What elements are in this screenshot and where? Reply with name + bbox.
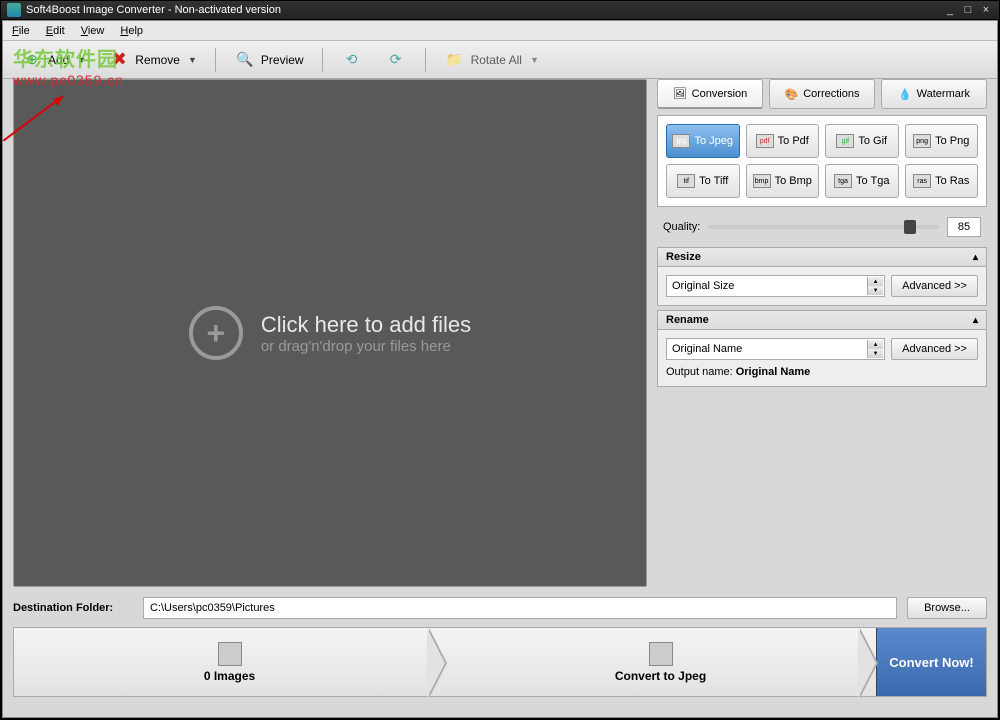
images-icon xyxy=(218,642,242,666)
tab-corrections[interactable]: 🎨 Corrections xyxy=(769,79,875,109)
tab-conversion[interactable]: 🖼 Conversion xyxy=(657,79,763,109)
separator xyxy=(215,48,216,72)
rename-advanced-button[interactable]: Advanced >> xyxy=(891,338,978,360)
menu-file[interactable]: FFileile xyxy=(8,25,34,37)
window-controls: _ □ × xyxy=(943,4,993,16)
watermark-overlay: 华东软件园 www.pc0359.cn xyxy=(13,43,124,88)
spin-up-icon[interactable]: ▲ xyxy=(867,277,883,286)
resize-body: Original Size ▲▼ Advanced >> xyxy=(657,267,987,306)
destination-label: Destination Folder: xyxy=(13,602,133,614)
format-tga[interactable]: tgaTo Tga xyxy=(825,164,899,198)
resize-advanced-button[interactable]: Advanced >> xyxy=(891,275,978,297)
menubar: FFileile Edit View Help xyxy=(3,21,997,41)
rotate-left-button[interactable]: ⟲ xyxy=(333,46,371,74)
step-images[interactable]: 0 Images xyxy=(14,628,445,696)
format-gif[interactable]: gifTo Gif xyxy=(825,124,899,158)
magnifier-icon: 🔍 xyxy=(234,49,256,71)
separator xyxy=(425,48,426,72)
format-jpeg[interactable]: jpgTo Jpeg xyxy=(666,124,740,158)
dropdown-arrow-icon: ▼ xyxy=(530,55,539,65)
spin-down-icon[interactable]: ▼ xyxy=(867,286,883,295)
menu-help[interactable]: Help xyxy=(116,25,147,37)
bottom-area: Destination Folder: Browse... 0 Images C… xyxy=(13,597,987,707)
jpeg-icon: jpg xyxy=(672,134,690,148)
menu-edit[interactable]: Edit xyxy=(42,25,69,37)
gif-icon: gif xyxy=(836,134,854,148)
side-panel: 🖼 Conversion 🎨 Corrections 💧 Watermark j… xyxy=(657,79,987,587)
output-name-value: Original Name xyxy=(736,366,811,378)
step-convert-to[interactable]: Convert to Jpeg xyxy=(445,628,876,696)
separator xyxy=(322,48,323,72)
resize-header[interactable]: Resize ▴ xyxy=(657,247,987,267)
close-button[interactable]: × xyxy=(979,4,993,16)
format-tiff[interactable]: tifTo Tiff xyxy=(666,164,740,198)
rotate-all-button[interactable]: 📁 Rotate All ▼ xyxy=(436,46,547,74)
rotate-right-button[interactable]: ⟳ xyxy=(377,46,415,74)
dropdown-arrow-icon: ▼ xyxy=(188,55,197,65)
rename-body: Original Name ▲▼ Advanced >> Output name… xyxy=(657,330,987,387)
quality-row: Quality: xyxy=(657,207,987,247)
format-ras[interactable]: rasTo Ras xyxy=(905,164,979,198)
conversion-icon: 🖼 xyxy=(673,87,687,100)
app-icon xyxy=(7,3,21,17)
dropzone-subtitle: or drag'n'drop your files here xyxy=(261,338,471,355)
spin-up-icon[interactable]: ▲ xyxy=(867,340,883,349)
toolbar: ⊕ Add ▼ ✖ Remove ▼ 🔍 Preview ⟲ ⟳ 📁 Rotat… xyxy=(3,41,997,79)
format-grid: jpgTo Jpeg pdfTo Pdf gifTo Gif pngTo Png… xyxy=(657,115,987,207)
convert-now-button[interactable]: Convert Now! xyxy=(876,628,986,696)
slider-thumb[interactable] xyxy=(904,220,916,234)
pdf-icon: pdf xyxy=(756,134,774,148)
drop-zone[interactable]: + Click here to add files or drag'n'drop… xyxy=(13,79,647,587)
destination-input[interactable] xyxy=(143,597,897,619)
plus-circle-icon: + xyxy=(189,306,243,360)
format-bmp[interactable]: bmpTo Bmp xyxy=(746,164,820,198)
output-name-row: Output name: Original Name xyxy=(666,366,978,378)
format-pdf[interactable]: pdfTo Pdf xyxy=(746,124,820,158)
collapse-icon[interactable]: ▴ xyxy=(973,252,978,263)
quality-slider[interactable] xyxy=(708,225,939,229)
rotate-right-icon: ⟳ xyxy=(385,49,407,71)
rotate-left-icon: ⟲ xyxy=(341,49,363,71)
tab-watermark[interactable]: 💧 Watermark xyxy=(881,79,987,109)
preview-label: Preview xyxy=(261,53,304,67)
step-row: 0 Images Convert to Jpeg Convert Now! xyxy=(13,627,987,697)
rename-header[interactable]: Rename ▴ xyxy=(657,310,987,330)
watermark-icon: 💧 xyxy=(898,88,912,101)
rename-combo[interactable]: Original Name ▲▼ xyxy=(666,338,885,360)
browse-button[interactable]: Browse... xyxy=(907,597,987,619)
tiff-icon: tif xyxy=(677,174,695,188)
titlebar: Soft4Boost Image Converter - Non-activat… xyxy=(0,0,1000,20)
window-title: Soft4Boost Image Converter - Non-activat… xyxy=(26,4,281,16)
maximize-button[interactable]: □ xyxy=(961,4,975,16)
resize-combo[interactable]: Original Size ▲▼ xyxy=(666,275,885,297)
convert-icon xyxy=(649,642,673,666)
png-icon: png xyxy=(913,134,931,148)
quality-input[interactable] xyxy=(947,217,981,237)
preview-button[interactable]: 🔍 Preview xyxy=(226,46,312,74)
spin-down-icon[interactable]: ▼ xyxy=(867,349,883,358)
bmp-icon: bmp xyxy=(753,174,771,188)
quality-label: Quality: xyxy=(663,221,700,233)
remove-label: Remove xyxy=(135,53,180,67)
collapse-icon[interactable]: ▴ xyxy=(973,315,978,326)
tga-icon: tga xyxy=(834,174,852,188)
ras-icon: ras xyxy=(913,174,931,188)
rotate-all-label: Rotate All xyxy=(471,53,522,67)
folder-icon: 📁 xyxy=(444,49,466,71)
dropzone-title: Click here to add files xyxy=(261,312,471,338)
menu-view[interactable]: View xyxy=(77,25,109,37)
format-png[interactable]: pngTo Png xyxy=(905,124,979,158)
minimize-button[interactable]: _ xyxy=(943,4,957,16)
corrections-icon: 🎨 xyxy=(785,88,799,101)
